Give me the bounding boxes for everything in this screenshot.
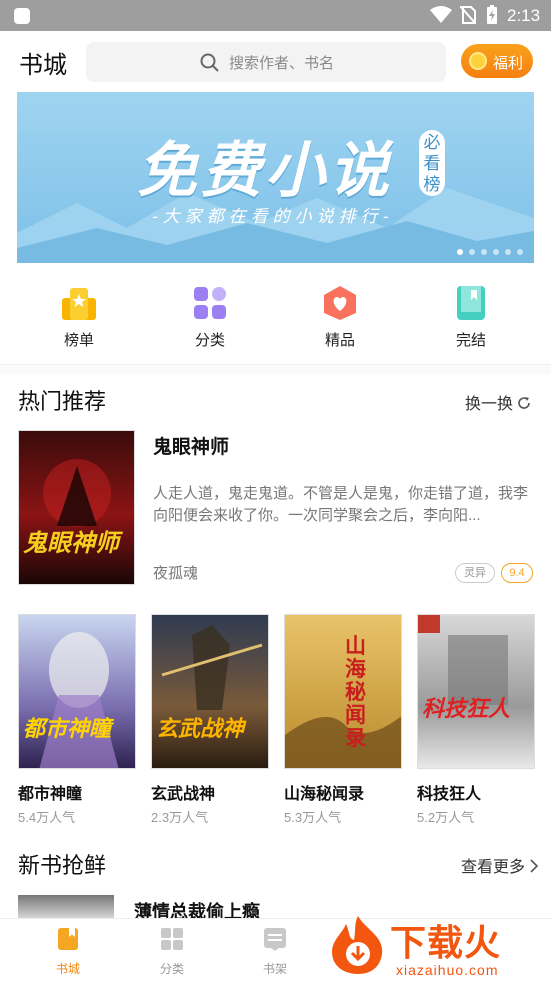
- cover-title: 玄武战神: [156, 716, 245, 741]
- watermark: 下载火 xiazaihuo.com: [326, 910, 551, 981]
- top-bar: 书城 搜索作者、书名 福利: [0, 31, 551, 91]
- category-icon: [194, 287, 226, 319]
- quick-nav-label: 榜单: [63, 332, 94, 349]
- featured-cover[interactable]: 鬼眼神师: [18, 430, 135, 585]
- carousel-indicator: [457, 242, 529, 260]
- carousel-dot: [493, 249, 499, 255]
- tab-label: 分类: [159, 962, 184, 976]
- see-more-button[interactable]: 查看更多: [461, 853, 539, 877]
- section-divider: [0, 364, 551, 374]
- section-title-new: 新书抢鲜: [18, 854, 107, 879]
- genre-badge: 灵异: [455, 563, 495, 583]
- notification-icon: [14, 8, 30, 24]
- refresh-icon: [518, 397, 531, 409]
- carousel-dot: [457, 249, 463, 255]
- featured-description: 人走人道，鬼走鬼道。不管是人是鬼，你走错了道，我李向阳便会来收了你。一次同学聚会…: [153, 485, 529, 524]
- watermark-url: xiazaihuo.com: [396, 962, 499, 978]
- page-title: 书城: [19, 51, 67, 79]
- book-cover: 都市神瞳: [18, 614, 136, 769]
- refresh-label: 换一换: [465, 396, 514, 413]
- carousel-dot: [505, 249, 511, 255]
- quick-nav-label: 精品: [324, 332, 355, 349]
- no-sim-icon: [460, 6, 476, 24]
- score-badge: 9.4: [501, 563, 533, 583]
- book-title: 山海秘闻录: [284, 786, 365, 803]
- banner-subtitle: -大家都在看的小说排行-: [152, 207, 394, 226]
- book-popularity: 5.4万人气: [18, 810, 76, 825]
- refresh-button[interactable]: 换一换: [465, 390, 531, 414]
- tab-label: 书城: [55, 962, 80, 976]
- new-book-cover[interactable]: [18, 895, 114, 920]
- wifi-icon: [430, 6, 452, 23]
- coin-icon: [469, 52, 487, 70]
- welfare-label: 福利: [493, 55, 524, 72]
- carousel-dot: [469, 249, 475, 255]
- featured-title[interactable]: 鬼眼神师: [153, 432, 229, 459]
- book-cover: 科技狂人: [417, 614, 535, 769]
- bookstore-icon: [58, 928, 78, 950]
- carousel-dot: [481, 249, 487, 255]
- ranking-icon: [62, 288, 96, 320]
- section-title-hot: 热门推荐: [18, 390, 107, 415]
- book-title: 都市神瞳: [18, 786, 83, 803]
- banner-tag: 必看榜: [419, 130, 445, 196]
- banner-carousel[interactable]: 免费小说 必看榜 -大家都在看的小说排行-: [17, 92, 534, 263]
- boutique-icon: [324, 286, 356, 320]
- tab-bookstore[interactable]: 书城: [28, 919, 108, 981]
- cover-title: 山海秘闻录: [345, 635, 366, 750]
- search-icon: [200, 53, 219, 72]
- see-more-label: 查看更多: [461, 859, 526, 876]
- book-cover: 山海秘闻录: [284, 614, 402, 769]
- finished-icon: [457, 286, 485, 320]
- clock: 2:13: [507, 6, 541, 25]
- book-title: 玄武战神: [151, 786, 216, 803]
- cover-art: [39, 632, 119, 768]
- featured-author: 夜孤魂: [153, 565, 199, 582]
- tab-label: 书架: [262, 962, 287, 976]
- search-bar[interactable]: 搜索作者、书名: [86, 42, 446, 82]
- quick-nav-label: 完结: [455, 332, 486, 349]
- quick-nav: 榜单 分类 精品 完结: [0, 280, 551, 350]
- search-placeholder: 搜索作者、书名: [229, 55, 335, 72]
- watermark-text: 下载火: [390, 922, 502, 963]
- cover-title: 都市神瞳: [23, 716, 112, 741]
- welfare-button[interactable]: 福利: [461, 44, 533, 78]
- tab-category[interactable]: 分类: [132, 919, 212, 981]
- book-cover: 玄武战神: [151, 614, 269, 769]
- status-bar: 2:13: [0, 0, 551, 31]
- quick-nav-label: 分类: [194, 332, 225, 349]
- cover-title: 科技狂人: [422, 696, 511, 721]
- tab-bookshelf[interactable]: 书架: [235, 919, 315, 981]
- battery-icon: [487, 5, 497, 24]
- bookshelf-icon: [264, 928, 286, 951]
- cover-art: [285, 716, 401, 768]
- carousel-dot: [517, 249, 523, 255]
- cover-art: [161, 625, 263, 710]
- banner-headline: 免费小说: [137, 137, 393, 204]
- cover-title: 鬼眼神师: [23, 530, 119, 557]
- book-popularity: 5.2万人气: [417, 810, 475, 825]
- chevron-right-icon: [530, 859, 539, 873]
- cover-art: [43, 459, 111, 527]
- book-title: 科技狂人: [417, 786, 482, 803]
- book-popularity: 5.3万人气: [284, 810, 342, 825]
- book-popularity: 2.3万人气: [151, 810, 209, 825]
- category-tab-icon: [161, 928, 183, 950]
- fire-logo-icon: [332, 916, 383, 974]
